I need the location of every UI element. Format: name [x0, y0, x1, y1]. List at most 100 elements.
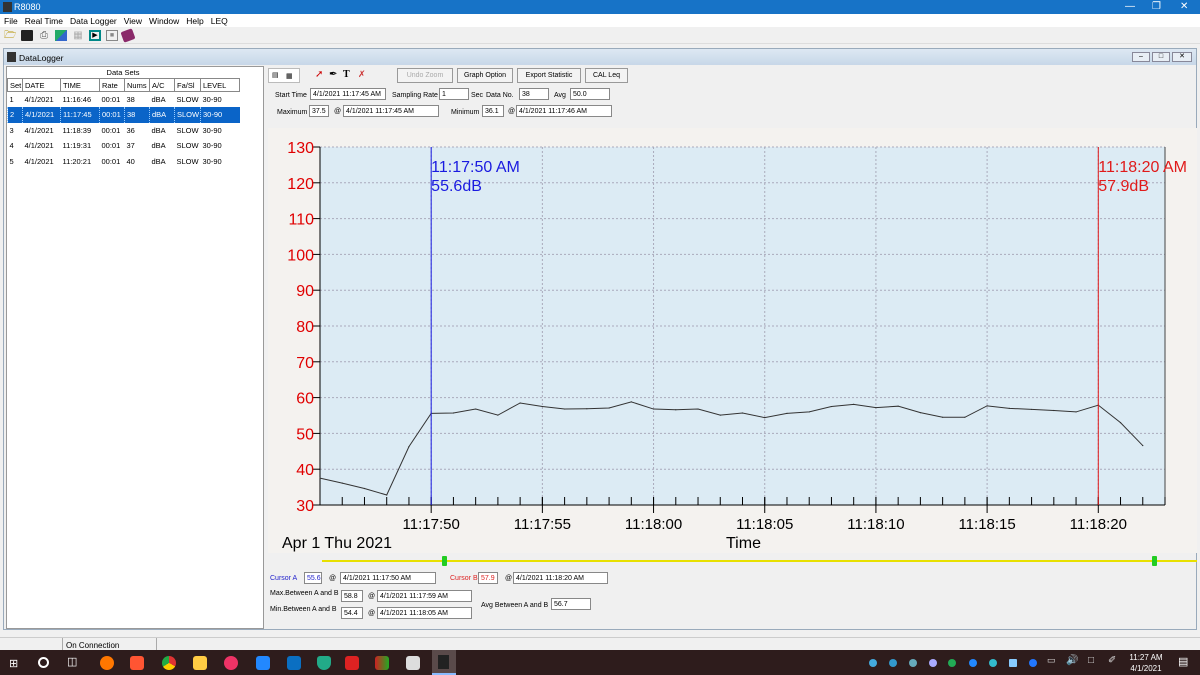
- r8080-taskbar-button[interactable]: [432, 650, 456, 675]
- data-point: [586, 408, 588, 410]
- data-point: [630, 401, 632, 403]
- battery-icon[interactable]: ▭: [1047, 655, 1056, 666]
- max-between-value[interactable]: 58.8: [341, 590, 363, 602]
- slack-tray-icon[interactable]: [989, 659, 997, 667]
- chrome-icon[interactable]: [162, 656, 176, 670]
- data-point: [942, 416, 944, 418]
- cursor-a-label: Cursor A: [270, 575, 298, 582]
- min-between-value[interactable]: 54.4: [341, 607, 363, 619]
- data-point: [786, 412, 788, 414]
- y-tick-label: 30: [296, 498, 314, 515]
- task-view-icon[interactable]: ◫: [67, 655, 77, 668]
- min-between-at: @: [368, 610, 376, 617]
- data-point: [452, 412, 455, 414]
- cursor-b-value[interactable]: 57.9: [478, 572, 498, 584]
- cursor-b-time-label: 11:18:20 AM: [1098, 159, 1187, 176]
- data-point: [564, 408, 566, 410]
- clock-date[interactable]: 4/1/2021: [1128, 664, 1164, 673]
- snip-icon[interactable]: [345, 656, 359, 670]
- data-point: [1075, 411, 1077, 413]
- data-point: [319, 477, 321, 479]
- paint-icon[interactable]: [375, 656, 389, 670]
- y-tick-label: 90: [296, 283, 314, 300]
- start-button[interactable]: ⊞: [9, 657, 18, 670]
- y-tick-label: 50: [296, 426, 314, 443]
- y-tick-label: 60: [296, 391, 314, 408]
- data-point: [363, 487, 366, 490]
- pen-icon[interactable]: ✐: [1108, 655, 1116, 666]
- clock-time[interactable]: 11:27 AM: [1128, 653, 1164, 662]
- data-point: [386, 494, 388, 496]
- outlook-icon[interactable]: [287, 656, 301, 670]
- data-point: [519, 402, 521, 404]
- y-tick-label: 40: [296, 462, 314, 479]
- data-point: [964, 416, 966, 418]
- bluetooth-icon[interactable]: [1029, 659, 1037, 667]
- tray-icon-1[interactable]: [869, 659, 877, 667]
- x-axis-label: Time: [726, 535, 761, 552]
- data-point: [1008, 407, 1010, 409]
- tray-icon-2[interactable]: [889, 659, 897, 667]
- data-point: [853, 403, 855, 406]
- taskbar: ⊞ ◫ ▭ 🔊 □ ✐ 11:27 AM 4/1/2021 ▤: [0, 650, 1200, 675]
- slack-icon[interactable]: [224, 656, 238, 670]
- cursor-a-at: @: [329, 575, 337, 582]
- max-between-time[interactable]: 4/1/2021 11:17:59 AM: [377, 590, 472, 602]
- security-icon[interactable]: [948, 659, 956, 667]
- y-tick-label: 110: [288, 212, 314, 229]
- cursor-b-label: Cursor B: [450, 575, 478, 582]
- y-tick-label: 100: [287, 247, 314, 264]
- x-tick-label: 11:18:10: [847, 516, 904, 533]
- tray-icon-3[interactable]: [909, 659, 917, 667]
- data-point: [919, 412, 921, 414]
- cursor-b-slider-handle[interactable]: [1152, 556, 1157, 566]
- volume-icon[interactable]: 🔊: [1066, 655, 1078, 666]
- data-point: [497, 414, 499, 416]
- notifications-icon[interactable]: ▤: [1178, 655, 1188, 668]
- date-label: Apr 1 Thu 2021: [282, 535, 392, 552]
- music-app-icon[interactable]: [406, 656, 420, 670]
- tray-app-icon[interactable]: [1009, 659, 1017, 667]
- y-tick-label: 120: [287, 176, 314, 193]
- connection-status: On Connection: [62, 638, 157, 650]
- plot-area: [320, 147, 1165, 505]
- x-tick-label: 11:17:50: [403, 516, 460, 533]
- cursor-a-value-label: 55.6dB: [431, 178, 482, 195]
- min-between-label: Min.Between A and B: [270, 606, 337, 613]
- cursor-stats-panel: Cursor A 55.6 @ 4/1/2021 11:17:50 AM Cur…: [265, 568, 1197, 626]
- data-point: [652, 408, 655, 410]
- data-point: [1142, 444, 1144, 447]
- data-point: [986, 405, 988, 407]
- firefox-icon[interactable]: [100, 656, 114, 670]
- data-point: [341, 482, 343, 484]
- y-tick-label: 130: [287, 140, 314, 157]
- x-tick-label: 11:18:15: [958, 516, 1015, 533]
- data-point: [697, 408, 699, 410]
- file-explorer-icon[interactable]: [193, 656, 207, 670]
- brave-icon[interactable]: [130, 656, 144, 670]
- network-icon[interactable]: □: [1088, 655, 1094, 666]
- search-icon[interactable]: [38, 657, 49, 668]
- cursor-a-time-label: 11:17:50 AM: [431, 159, 520, 176]
- min-between-time[interactable]: 4/1/2021 11:18:05 AM: [377, 607, 472, 619]
- data-point: [764, 417, 766, 419]
- x-tick-label: 11:17:55: [514, 516, 571, 533]
- cursor-a-time[interactable]: 4/1/2021 11:17:50 AM: [340, 572, 436, 584]
- cursor-b-value-label: 57.9dB: [1098, 178, 1149, 195]
- data-point: [897, 405, 899, 407]
- cursor-a-slider-handle[interactable]: [442, 556, 447, 566]
- x-tick-label: 11:18:20: [1070, 516, 1127, 533]
- cursor-a-value[interactable]: 55.6: [304, 572, 322, 584]
- data-point: [408, 446, 410, 448]
- dropbox-icon[interactable]: [929, 659, 937, 667]
- y-tick-label: 80: [296, 319, 314, 336]
- defender-icon[interactable]: [317, 656, 331, 670]
- data-point: [830, 405, 833, 408]
- avg-between-value[interactable]: 56.7: [551, 598, 591, 610]
- data-point: [719, 414, 721, 416]
- zoom-icon[interactable]: [256, 656, 270, 670]
- cursor-b-time[interactable]: 4/1/2021 11:18:20 AM: [513, 572, 608, 584]
- status-bar: On Connection: [0, 637, 1200, 650]
- zoom-tray-icon[interactable]: [969, 659, 977, 667]
- data-point: [475, 408, 477, 410]
